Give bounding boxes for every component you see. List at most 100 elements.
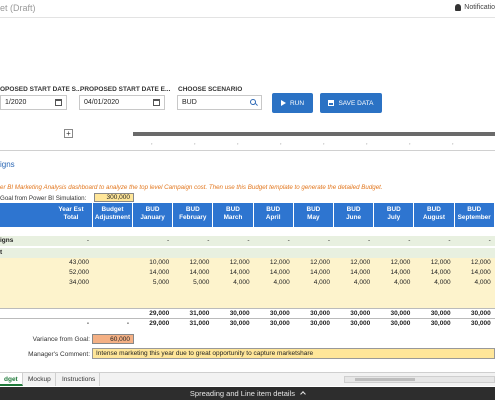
header-month-line: BUD: [427, 206, 441, 213]
start-date-input-1[interactable]: 1/2020: [0, 95, 67, 110]
table-cell[interactable]: 12,000: [213, 258, 252, 268]
expand-button[interactable]: +: [64, 129, 73, 138]
table-cell[interactable]: 10,000: [133, 258, 172, 268]
table-cell[interactable]: 12,000: [374, 258, 413, 268]
table-cell[interactable]: 4,000: [213, 278, 252, 288]
horizontal-scrollbar[interactable]: [344, 376, 495, 383]
notifications-button[interactable]: Notificatio: [455, 4, 495, 11]
table-cell[interactable]: 12,000: [414, 258, 453, 268]
table-row: t: [0, 248, 495, 258]
table-cell[interactable]: 14,000: [133, 268, 172, 278]
table-cell[interactable]: 12,000: [334, 258, 373, 268]
table-row: 29,000 31,000 30,000 30,000 30,000 30,000 30,0…: [0, 308, 495, 318]
table-cell[interactable]: [374, 288, 413, 298]
table-cell[interactable]: [93, 236, 132, 246]
search-icon[interactable]: [250, 99, 256, 105]
table-cell: [294, 248, 333, 258]
table-cell[interactable]: [213, 298, 252, 308]
table-cell[interactable]: 14,000: [294, 268, 333, 278]
table-cell[interactable]: -: [93, 319, 132, 329]
table-cell[interactable]: [133, 288, 172, 298]
table-cell[interactable]: [133, 298, 172, 308]
scenario-value: BUD: [182, 99, 197, 106]
run-button[interactable]: RUN: [272, 93, 313, 113]
table-cell: [374, 248, 413, 258]
table-cell[interactable]: 14,000: [254, 268, 293, 278]
table-cell: 30,000: [310, 320, 330, 327]
table-cell[interactable]: 14,000: [334, 268, 373, 278]
column-scroll-strip[interactable]: [133, 132, 495, 136]
table-cell[interactable]: [294, 288, 333, 298]
table-cell[interactable]: 4,000: [414, 278, 453, 288]
table-cell[interactable]: [93, 248, 132, 258]
table-cell[interactable]: 12,000: [173, 258, 212, 268]
table-cell[interactable]: [455, 298, 494, 308]
header-year-est: Year Est Total: [50, 203, 92, 227]
scenario-input[interactable]: BUD: [177, 95, 262, 110]
notifications-label: Notificatio: [464, 4, 495, 11]
table-cell[interactable]: [455, 288, 494, 298]
save-data-button[interactable]: SAVE DATA: [320, 93, 382, 113]
table-cell[interactable]: 4,000: [254, 278, 293, 288]
table-cell[interactable]: [213, 288, 252, 298]
play-icon: [280, 100, 286, 106]
scrollbar-thumb[interactable]: [355, 378, 415, 381]
table-cell[interactable]: [334, 298, 373, 308]
table-cell[interactable]: [294, 298, 333, 308]
table-cell[interactable]: 5,000: [133, 278, 172, 288]
table-cell: -: [368, 237, 371, 244]
table-cell[interactable]: [93, 258, 132, 268]
sheet-tabs: dget Mockup Instructions: [0, 372, 495, 386]
calendar-icon[interactable]: [153, 99, 160, 106]
header-month: BUD August: [414, 203, 454, 227]
table-cell[interactable]: 4,000: [334, 278, 373, 288]
app-title: et (Draft): [0, 3, 36, 13]
table-cell: -: [247, 237, 250, 244]
header-month-line: BUD: [145, 206, 160, 213]
table-cell[interactable]: 5,000: [173, 278, 212, 288]
table-cell[interactable]: [173, 298, 212, 308]
table-cell[interactable]: 14,000: [213, 268, 252, 278]
table-cell[interactable]: [93, 298, 132, 308]
table-cell[interactable]: [254, 288, 293, 298]
tab-mockup[interactable]: Mockup: [24, 373, 56, 386]
table-cell: [455, 248, 494, 258]
table-cell[interactable]: 12,000: [294, 258, 333, 268]
table-cell[interactable]: [93, 288, 132, 298]
table-cell: -: [448, 237, 451, 244]
start-date-input-2[interactable]: 04/01/2020: [79, 95, 165, 110]
comment-input[interactable]: Intense marketing this year due to great…: [92, 348, 495, 359]
table-cell[interactable]: [93, 278, 132, 288]
table-cell[interactable]: [173, 288, 212, 298]
table-cell[interactable]: 14,000: [173, 268, 212, 278]
table-cell[interactable]: [254, 298, 293, 308]
start-date-label-2: PROPOSED START DATE E...: [80, 86, 171, 93]
table-cell[interactable]: 4,000: [455, 278, 494, 288]
table-cell: 30,000: [269, 320, 290, 327]
table-cell[interactable]: [414, 298, 453, 308]
table-cell[interactable]: 14,000: [455, 268, 494, 278]
table-cell[interactable]: 4,000: [294, 278, 333, 288]
table-cell[interactable]: [334, 288, 373, 298]
table-cell[interactable]: [414, 288, 453, 298]
divider: [0, 150, 495, 151]
table-cell[interactable]: [374, 298, 413, 308]
table-cell: -: [86, 237, 89, 244]
table-cell[interactable]: 14,000: [374, 268, 413, 278]
tab-instructions[interactable]: Instructions: [58, 373, 101, 386]
comment-label: Manager's Comment:: [28, 351, 90, 358]
section-title: igns: [0, 160, 15, 169]
header-month-line: February: [179, 214, 207, 221]
table-cell[interactable]: 12,000: [455, 258, 494, 268]
table-cell[interactable]: 4,000: [374, 278, 413, 288]
table-cell[interactable]: 14,000: [414, 268, 453, 278]
table-cell[interactable]: [93, 268, 132, 278]
details-panel-toggle[interactable]: Spreading and Line item details: [0, 387, 495, 400]
header-budget-adjustment-line: Budget: [101, 206, 124, 213]
table-cell: -: [167, 237, 170, 244]
table-cell: -: [408, 237, 411, 244]
table-cell[interactable]: 12,000: [254, 258, 293, 268]
tab-budget[interactable]: dget: [0, 373, 23, 386]
goal-value-cell[interactable]: 300,000: [94, 193, 134, 202]
calendar-icon[interactable]: [55, 99, 62, 106]
